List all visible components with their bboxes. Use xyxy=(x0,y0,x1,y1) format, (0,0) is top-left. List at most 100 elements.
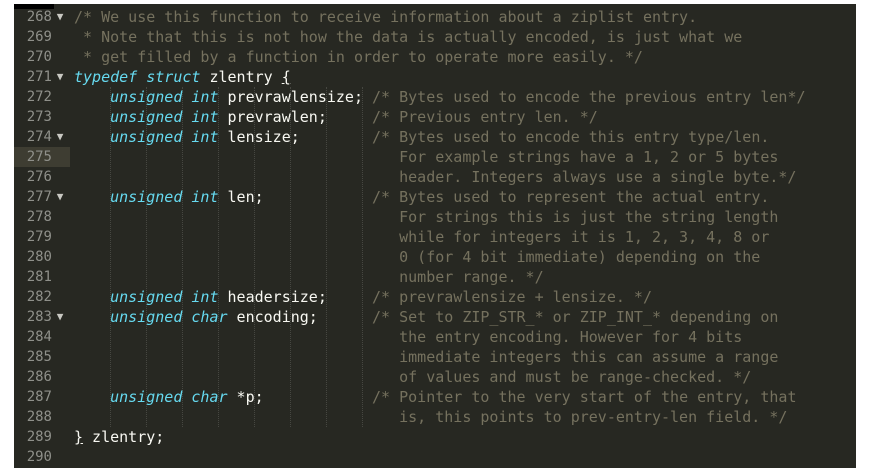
code-line[interactable]: 284 the entry encoding. However for 4 bi… xyxy=(14,327,856,347)
code-line[interactable]: 271 ▼ typedef struct zlentry { xyxy=(14,67,856,87)
code-text: unsigned int prevrawlensize; /* Bytes us… xyxy=(74,87,805,107)
code-line[interactable]: 288 is, this points to prev-entry-len fi… xyxy=(14,407,856,427)
keyword-token: unsigned int xyxy=(110,288,219,306)
code-line[interactable]: 274 ▼ unsigned int lensize; /* Bytes used… xyxy=(14,127,856,147)
code-text: unsigned int headersize; /* prevrawlensi… xyxy=(74,287,652,307)
code-text: number range. */ xyxy=(74,267,544,287)
code-token: len; xyxy=(218,188,373,206)
code-text: For strings this is just the string leng… xyxy=(74,207,778,227)
code-token: *p; xyxy=(227,388,373,406)
comment-token: /* Set to ZIP_STR_* or ZIP_INT_* dependi… xyxy=(372,308,779,326)
line-number: 269 xyxy=(26,29,52,45)
fold-arrow-icon[interactable]: ▼ xyxy=(55,187,65,207)
code-token: zlentry; xyxy=(83,428,165,446)
code-line[interactable]: 281 number range. */ xyxy=(14,267,856,287)
line-number: 270 xyxy=(26,49,52,65)
code-line[interactable]: 278 For strings this is just the string … xyxy=(14,207,856,227)
line-number: 287 xyxy=(26,389,52,405)
keyword-token: unsigned int xyxy=(110,188,219,206)
line-number: 282 xyxy=(26,289,52,305)
code-line[interactable]: 269 * Note that this is not how the data… xyxy=(14,27,856,47)
code-line[interactable]: 272 unsigned int prevrawlensize; /* Byte… xyxy=(14,87,856,107)
line-number: 289 xyxy=(26,429,52,445)
comment-token: For strings this is just the string leng… xyxy=(74,208,779,226)
code-token: prevrawlensize; xyxy=(218,88,373,106)
code-line[interactable]: 277 ▼ unsigned int len; /* Bytes used to … xyxy=(14,187,856,207)
line-number: 276 xyxy=(26,169,52,185)
code-text: unsigned char *p; /* Pointer to the very… xyxy=(74,387,796,407)
code-line[interactable]: 279 while for integers it is 1, 2, 3, 4,… xyxy=(14,227,856,247)
comment-token: /* prevrawlensize + lensize. */ xyxy=(372,288,652,306)
code-text: /* We use this function to receive infor… xyxy=(74,7,697,27)
comment-token: header. Integers always use a single byt… xyxy=(74,168,797,186)
code-line[interactable]: 287 unsigned char *p; /* Pointer to the … xyxy=(14,387,856,407)
code-text: of values and must be range-checked. */ xyxy=(74,367,751,387)
code-text: } zlentry; xyxy=(74,427,164,447)
code-line[interactable]: 283 ▼ unsigned char encoding; /* Set to Z… xyxy=(14,307,856,327)
line-number: 279 xyxy=(26,229,52,245)
line-number: 277 xyxy=(26,189,52,205)
fold-arrow-icon[interactable]: ▼ xyxy=(55,7,65,27)
code-text: the entry encoding. However for 4 bits xyxy=(74,327,742,347)
fold-arrow-icon[interactable]: ▼ xyxy=(55,67,65,87)
line-number: 290 xyxy=(26,449,52,465)
line-number: 272 xyxy=(26,89,52,105)
code-text: unsigned int lensize; /* Bytes used to e… xyxy=(74,127,769,147)
code-text: * get filled by a function in order to o… xyxy=(74,47,643,67)
code-line[interactable]: 273 unsigned int prevrawlen; /* Previous… xyxy=(14,107,856,127)
fold-arrow-icon[interactable]: ▼ xyxy=(55,127,65,147)
comment-token: * Note that this is not how the data is … xyxy=(74,28,743,46)
code-area[interactable]: 268 ▼/* We use this function to receive i… xyxy=(14,4,856,468)
keyword-token: unsigned char xyxy=(110,308,228,326)
fold-arrow-icon[interactable]: ▼ xyxy=(55,307,65,327)
code-line[interactable]: 268 ▼ /* We use this function to receive i… xyxy=(14,7,856,27)
code-text: unsigned int len; /* Bytes used to repre… xyxy=(74,187,769,207)
comment-token: is, this points to prev-entry-len field.… xyxy=(74,408,788,426)
code-line[interactable]: 289} zlentry; xyxy=(14,427,856,447)
keyword-token: unsigned int xyxy=(110,128,219,146)
code-line[interactable]: 290 xyxy=(14,447,856,467)
code-token: headersize; xyxy=(218,288,373,306)
comment-token: 0 (for 4 bit immediate) depending on the xyxy=(74,248,761,266)
code-text: 0 (for 4 bit immediate) depending on the xyxy=(74,247,760,267)
code-line[interactable]: 280 0 (for 4 bit immediate) depending on… xyxy=(14,247,856,267)
code-token: prevrawlen; xyxy=(218,108,373,126)
comment-token: /* Bytes used to represent the actual en… xyxy=(372,188,770,206)
line-number: 284 xyxy=(26,329,52,345)
code-editor[interactable]: 268 ▼/* We use this function to receive i… xyxy=(14,4,856,468)
code-text: immediate integers this can assume a ran… xyxy=(74,347,778,367)
keyword-token: unsigned int xyxy=(110,108,219,126)
line-number: 274 xyxy=(26,129,52,145)
code-text: unsigned char encoding; /* Set to ZIP_ST… xyxy=(74,307,778,327)
comment-token: * get filled by a function in order to o… xyxy=(74,48,643,66)
code-line[interactable]: 285 immediate integers this can assume a… xyxy=(14,347,856,367)
code-line[interactable]: 282 unsigned int headersize; /* prevrawl… xyxy=(14,287,856,307)
comment-token: /* Pointer to the very start of the entr… xyxy=(372,388,797,406)
code-line[interactable]: 270 * get filled by a function in order … xyxy=(14,47,856,67)
line-number: 285 xyxy=(26,349,52,365)
comment-token: number range. */ xyxy=(74,268,544,286)
code-token: zlentry xyxy=(200,68,282,86)
code-text: is, this points to prev-entry-len field.… xyxy=(74,407,787,427)
code-token: } xyxy=(74,428,84,446)
comment-token: immediate integers this can assume a ran… xyxy=(74,348,779,366)
code-line[interactable]: 275 For example strings have a 1, 2 or 5… xyxy=(14,147,856,167)
line-number: 273 xyxy=(26,109,52,125)
code-line[interactable]: 276 header. Integers always use a single… xyxy=(14,167,856,187)
line-number: 278 xyxy=(26,209,52,225)
keyword-token: unsigned char xyxy=(110,388,228,406)
comment-token: the entry encoding. However for 4 bits xyxy=(74,328,743,346)
line-number: 275 xyxy=(26,149,52,165)
comment-token: For example strings have a 1, 2 or 5 byt… xyxy=(74,148,779,166)
keyword-token: typedef struct xyxy=(74,68,201,86)
code-text: * Note that this is not how the data is … xyxy=(74,27,742,47)
line-number: 271 xyxy=(26,69,52,85)
line-number: 268 xyxy=(26,9,52,25)
code-line[interactable]: 286 of values and must be range-checked.… xyxy=(14,367,856,387)
